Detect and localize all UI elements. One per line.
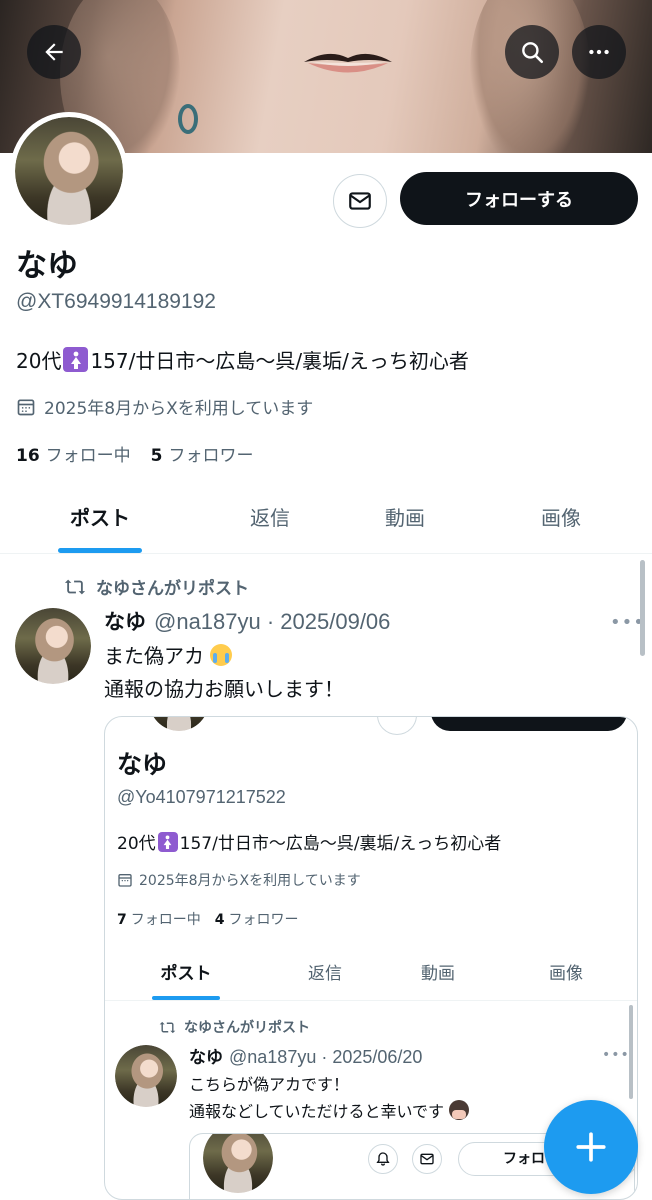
search-icon: [522, 42, 544, 64]
embedded-message-button: [377, 717, 417, 735]
repost-indicator: なゆさんがリポスト: [64, 574, 249, 599]
embedded-tab-videos: 動画: [421, 964, 455, 984]
embedded-handle: @Yo4107971217522: [117, 787, 286, 807]
tab-images[interactable]: 画像: [470, 480, 652, 553]
scrollbar[interactable]: [640, 560, 645, 656]
embedded-post-text: こちらが偽アカです！ 通報などしていただけると幸いです: [189, 1071, 470, 1125]
compose-button[interactable]: [544, 1100, 638, 1194]
embedded-scrollbar: [629, 1005, 633, 1099]
avatar-image: [15, 608, 91, 684]
follow-stats: 16 フォロー中 5 フォロワー: [16, 441, 254, 466]
search-button[interactable]: [505, 25, 559, 79]
post-handle-date: @na187yu · 2025/09/06: [154, 609, 391, 634]
post-header: なゆ @na187yu · 2025/09/06: [104, 606, 390, 636]
calendar-icon: [17, 399, 35, 415]
post-text-line1: また偽アカ: [104, 644, 204, 668]
inner-avatar: [200, 1134, 276, 1196]
repost-label: なゆさんがリポスト: [96, 579, 249, 599]
post-text-line2: 通報の協力お願いします！: [104, 677, 344, 701]
embedded-bio: 20代 157/廿日市〜広島〜呉/裏垢/えっち初心者: [117, 829, 501, 854]
joined-text: 2025年8月からXを利用しています: [44, 399, 314, 419]
profile-bio: 20代 157/廿日市〜広島〜呉/裏垢/えっち初心者: [16, 345, 469, 374]
followers-link[interactable]: 5 フォロワー: [151, 441, 254, 466]
message-button[interactable]: [333, 174, 387, 228]
woman-symbol-icon: [63, 347, 89, 372]
avatar-image: [15, 117, 123, 225]
more-options-button[interactable]: [572, 25, 626, 79]
more-dots-icon: [589, 49, 609, 55]
embedded-joined-date: 2025年8月からXを利用しています: [117, 870, 361, 890]
tab-replies[interactable]: 返信: [200, 480, 340, 553]
post-text: また偽アカ 通報の協力お願いします！: [104, 640, 344, 706]
profile-tabs: ポスト 返信 動画 画像: [0, 480, 652, 554]
banner-earring: [178, 104, 198, 134]
active-tab-indicator: [58, 548, 142, 553]
back-button[interactable]: [27, 25, 81, 79]
embedded-avatar-partial: [149, 717, 209, 731]
banner-lips: [304, 53, 392, 73]
embedded-tab-posts: ポスト: [105, 943, 267, 1000]
embedded-post-header: なゆ @na187yu · 2025/06/20: [189, 1047, 423, 1068]
tab-posts[interactable]: ポスト: [0, 480, 200, 553]
repost-icon: [159, 1021, 176, 1033]
embedded-tab-replies: 返信: [308, 964, 342, 984]
post-author-avatar[interactable]: [15, 608, 91, 684]
embedded-follow-button: [431, 717, 627, 731]
embedded-repost-indicator: なゆさんがリポスト: [159, 1017, 310, 1037]
envelope-icon: [412, 1144, 442, 1174]
woman-symbol-icon: [157, 831, 178, 852]
post-author-name[interactable]: なゆ: [104, 606, 146, 636]
display-name: なゆ: [16, 248, 78, 284]
profile-avatar[interactable]: [10, 112, 128, 230]
bio-prefix: 20代: [16, 349, 62, 373]
repost-icon: [64, 579, 86, 594]
following-link[interactable]: 16 フォロー中: [16, 441, 131, 466]
envelope-icon: [349, 192, 371, 210]
embedded-tabs: ポスト 返信 動画 画像: [105, 943, 637, 1001]
user-handle: @XT6949914189192: [16, 290, 216, 313]
bio-suffix: 157/廿日市〜広島〜呉/裏垢/えっち初心者: [90, 349, 469, 373]
embedded-display-name: なゆ: [117, 750, 168, 779]
bowing-person-icon: [449, 1100, 470, 1120]
embedded-tab-images: 画像: [549, 964, 583, 984]
crying-face-icon: [210, 644, 233, 666]
arrow-left-icon: [45, 43, 63, 61]
embedded-post-avatar: [115, 1045, 177, 1107]
notification-bell-icon: [368, 1144, 398, 1174]
tab-videos[interactable]: 動画: [340, 480, 470, 553]
embedded-post-more: •••: [602, 1047, 630, 1063]
plus-icon: [576, 1132, 606, 1162]
follow-button[interactable]: フォローする: [400, 172, 638, 225]
joined-date: 2025年8月からXを利用しています: [16, 394, 313, 419]
embedded-follow-stats: 7 フォロー中 4 フォロワー: [117, 912, 299, 928]
calendar-icon: [118, 874, 132, 887]
